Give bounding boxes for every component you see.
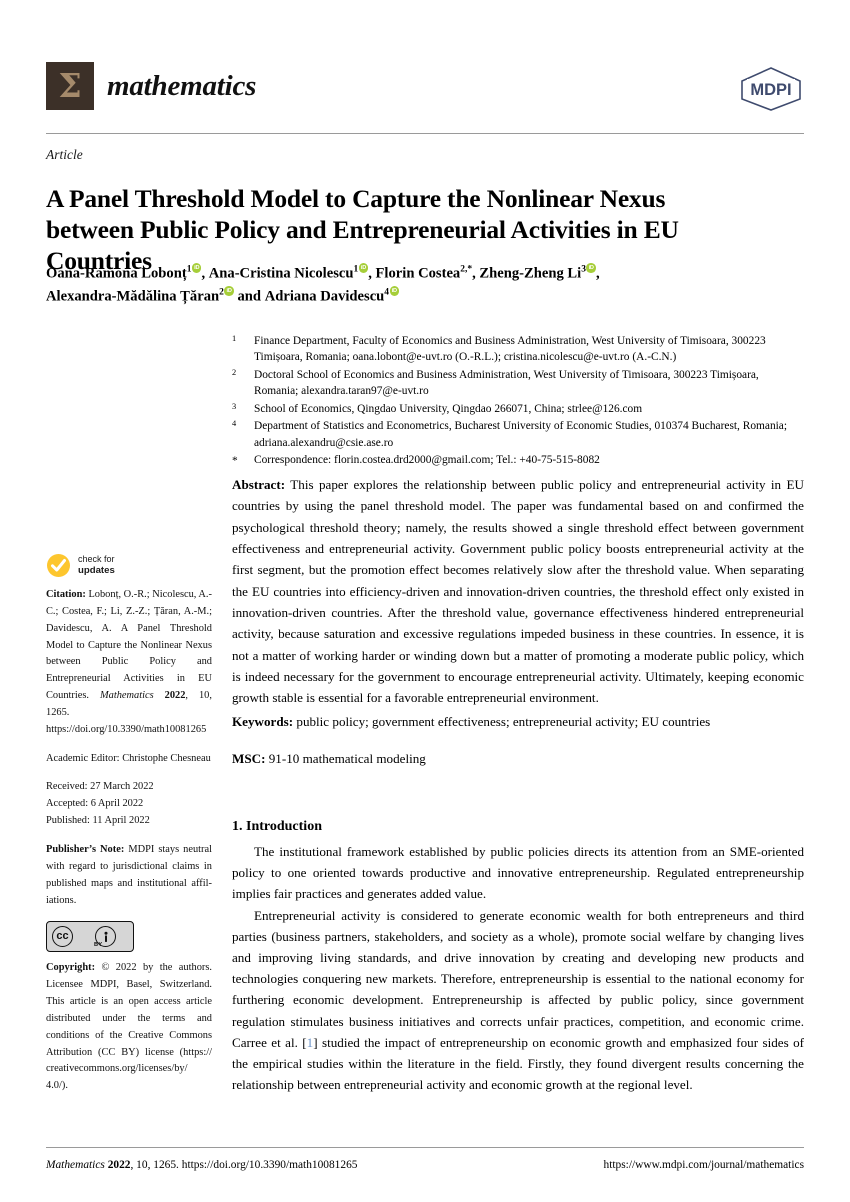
copyright-text: © 2022 by the authors. Licensee MDPI, Ba… — [46, 962, 212, 1092]
masthead: Σ mathematics MDPI — [46, 62, 804, 130]
journal-title: mathematics — [107, 69, 257, 102]
citation-label: Citation: — [46, 589, 86, 600]
publisher-note-block: Publisher’s Note: MDPI stays neutral wit… — [46, 842, 212, 909]
author-list: Oana-Ramona Lobonț1, Ana-Cristina Nicole… — [46, 262, 766, 309]
author-name: Ana-Cristina Nicolescu — [208, 265, 354, 282]
sigma-glyph: Σ — [58, 65, 82, 105]
orcid-icon[interactable] — [224, 286, 234, 296]
svg-text:MDPI: MDPI — [750, 81, 791, 99]
correspondence-marker: * — [232, 455, 238, 468]
abstract-text: This paper explores the relationship bet… — [232, 477, 804, 706]
cc-circle-icon: cc — [52, 926, 73, 948]
creative-commons-badge-icon[interactable]: cc BY — [46, 921, 134, 953]
check-for-updates-badge[interactable]: check for updates — [46, 553, 212, 578]
orcid-icon[interactable] — [586, 263, 596, 273]
date-published: Published: 11 April 2022 — [46, 815, 150, 827]
citation-year: 2022 — [164, 690, 186, 702]
affiliation-marker: 1 — [232, 334, 237, 343]
keywords-block: Keywords: public policy; government effe… — [232, 712, 804, 733]
publication-dates: Received: 27 March 2022 Accepted: 6 Apri… — [46, 779, 212, 830]
footer-url[interactable]: https://www.mdpi.com/journal/mathematics — [604, 1159, 804, 1171]
affiliation-marker: 2 — [232, 367, 237, 377]
author-separator: , — [201, 265, 209, 282]
msc-text: 91-10 mathematical modeling — [268, 751, 426, 766]
journal-logo: Σ mathematics — [46, 62, 256, 110]
footer-journal-name: Mathematics — [46, 1159, 105, 1171]
orcid-icon[interactable] — [389, 286, 400, 296]
paper-page: Σ mathematics MDPI Article A Panel Thres… — [0, 0, 850, 1202]
date-accepted: Accepted: 6 April 2022 — [46, 798, 144, 810]
affiliation-text: Doctoral School of Economics and Busines… — [254, 368, 759, 398]
academic-editor-label: Academic Editor: — [46, 752, 120, 764]
affiliation-marker: 4 — [232, 419, 237, 429]
copyright-label: Copyright: — [46, 962, 96, 974]
author-separator: and — [233, 288, 265, 305]
msc-label: MSC: — [232, 751, 266, 766]
citation-text: Lobonț, O.-R.; Nicolescu, A.-C.; Costea,… — [46, 589, 212, 702]
keywords-text: public policy; government effectiveness;… — [296, 714, 711, 729]
author-separator: , — [368, 265, 376, 282]
cfu-line-2: updates — [78, 565, 115, 577]
orcid-icon[interactable] — [358, 263, 369, 273]
affiliation-item: 1 Finance Department, Faculty of Economi… — [232, 333, 804, 365]
cc-text: cc — [56, 930, 69, 943]
affiliation-marker: 3 — [232, 401, 237, 411]
article-type-label: Article — [46, 147, 83, 162]
author-affiliation-marker: 3 — [581, 264, 586, 275]
sigma-logo-icon: Σ — [46, 62, 94, 110]
author-name: Oana-Ramona Lobonț — [46, 265, 187, 282]
footer-citation: Mathematics 2022, 10, 1265. https://doi.… — [46, 1159, 357, 1171]
header-divider — [46, 133, 804, 134]
citation-block: Citation: Lobonț, O.-R.; Nicolescu, A.-C… — [46, 587, 212, 739]
mdpi-logo-icon: MDPI — [738, 65, 804, 113]
correspondence-item: * Correspondence: florin.costea.drd2000@… — [232, 452, 804, 469]
author-affiliation-marker: 4 — [384, 287, 390, 298]
paragraph: Entrepreneurial activity is considered t… — [232, 907, 804, 1093]
copyright-block: Copyright: © 2022 by the authors. Licens… — [46, 960, 212, 1095]
publisher-note-label: Publisher’s Note: — [46, 843, 125, 855]
check-circle-icon — [46, 553, 71, 578]
footer-year: 2022 — [107, 1159, 131, 1171]
reference-link[interactable]: 1 — [307, 1035, 314, 1050]
affiliation-text: Department of Statistics and Econometric… — [254, 420, 788, 449]
footer-citation-rest: , 10, 1265. https://doi.org/10.3390/math… — [130, 1159, 358, 1171]
author-name: Zheng-Zheng Li — [479, 265, 582, 282]
date-received: Received: 27 March 2022 — [46, 781, 154, 793]
citation-doi[interactable]: https://doi.org/10.3390/math10081265 — [46, 724, 206, 735]
affiliation-item: 4 Department of Statistics and Econometr… — [232, 418, 804, 450]
author-affiliation-marker: 1 — [186, 264, 192, 275]
academic-editor-name: Christophe Chesneau — [122, 752, 211, 764]
orcid-icon[interactable] — [191, 263, 202, 273]
abstract-block: Abstract: This paper explores the relati… — [232, 474, 804, 709]
cc-by-label: BY — [94, 942, 103, 949]
abstract-label: Abstract: — [232, 477, 286, 492]
msc-block: MSC: 91-10 mathematical modeling — [232, 749, 804, 770]
affiliation-list: 1 Finance Department, Faculty of Economi… — [232, 333, 804, 471]
affiliation-text: School of Economics, Qingdao University,… — [254, 402, 643, 415]
author-name: Florin Costea — [375, 265, 461, 282]
paragraph: The institutional framework established … — [232, 844, 804, 902]
author-name: Adriana Davidescu — [264, 288, 385, 305]
author-separator: , — [595, 265, 600, 282]
citation-journal: Mathematics — [99, 690, 154, 702]
author-affiliation-marker: 2,* — [460, 264, 473, 275]
author-affiliation-marker: 1 — [353, 264, 359, 275]
correspondence-text: Correspondence: florin.costea.drd2000@gm… — [254, 454, 600, 467]
section-heading-introduction: 1. Introduction — [232, 819, 322, 834]
affiliation-text: Finance Department, Faculty of Economics… — [254, 335, 766, 364]
introduction-body: The institutional framework established … — [232, 841, 804, 1095]
affiliation-item: 2 Doctoral School of Economics and Busin… — [232, 367, 804, 399]
check-for-updates-label: check for updates — [78, 554, 115, 577]
keywords-label: Keywords: — [232, 714, 294, 729]
author-affiliation-marker: 2 — [219, 287, 224, 298]
sidebar: check for updates Citation: Lobonț, O.-R… — [46, 553, 212, 1107]
author-name: Alexandra-Mădălina Țăran — [46, 288, 220, 305]
cfu-line-1: check for — [78, 553, 115, 564]
footer-divider — [46, 1147, 804, 1148]
affiliation-item: 3 School of Economics, Qingdao Universit… — [232, 401, 804, 417]
academic-editor-block: Academic Editor: Christophe Chesneau — [46, 751, 212, 768]
